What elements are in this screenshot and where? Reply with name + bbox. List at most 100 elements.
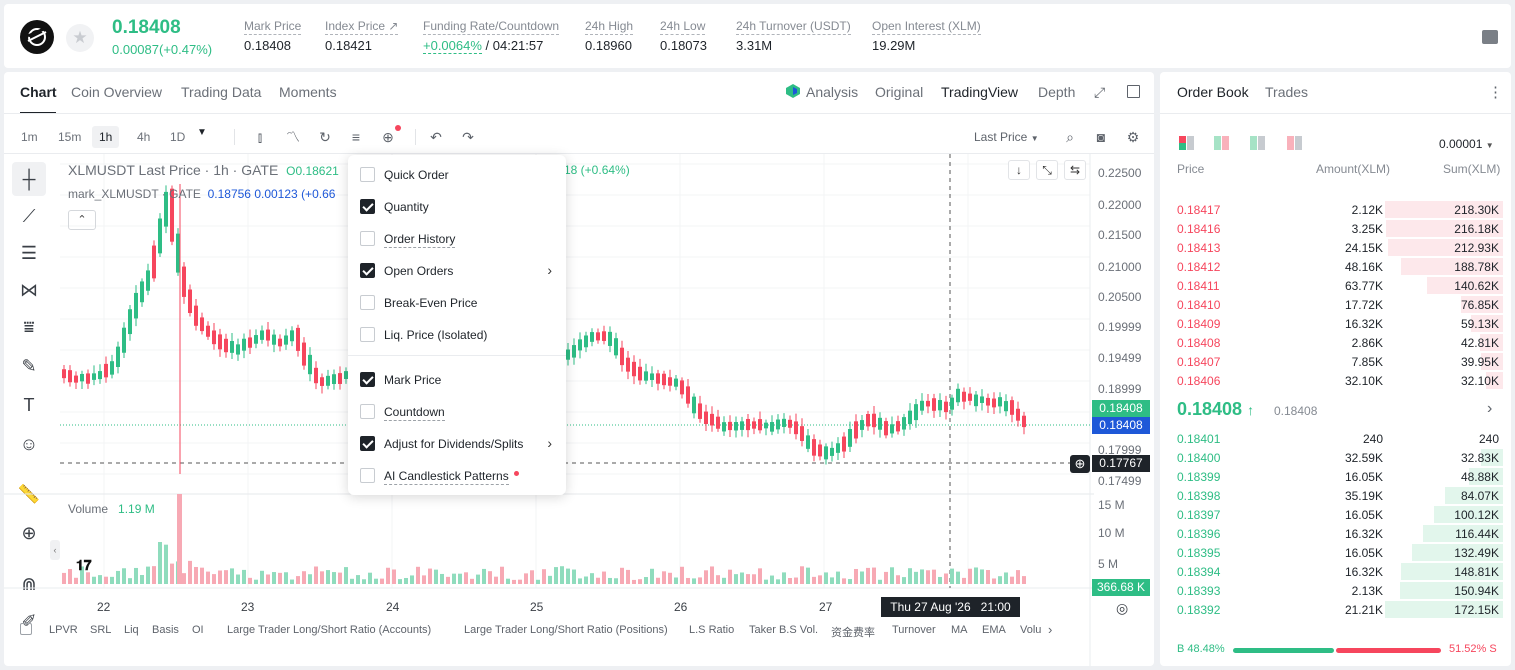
funding-rate-label[interactable]: Funding Rate/Countdown (423, 19, 560, 35)
layout-view-icon[interactable] (1214, 136, 1230, 150)
bid-row[interactable]: 0.18392 21.21K 172.15K (1160, 600, 1511, 619)
book-icon[interactable] (1482, 30, 1498, 44)
tf-1d[interactable]: 1D (163, 126, 192, 148)
checkbox[interactable] (360, 436, 375, 451)
tf-4h[interactable]: 4h (130, 126, 157, 148)
mark-price-label[interactable]: Mark Price (244, 19, 302, 35)
ask-row[interactable]: 0.18411 63.77K 140.62K (1160, 276, 1511, 295)
tab-chart[interactable]: Chart (20, 84, 57, 100)
bid-row[interactable]: 0.18396 16.32K 116.44K (1160, 524, 1511, 543)
expand-icon[interactable]: ⤢ (1094, 84, 1105, 101)
indicator-lt-positions[interactable]: Large Trader Long/Short Ratio (Positions… (464, 624, 668, 636)
favorite-star-icon[interactable]: ★ (66, 24, 94, 52)
ask-row[interactable]: 0.18412 48.16K 188.78K (1160, 257, 1511, 276)
tab-coin-overview[interactable]: Coin Overview (71, 84, 162, 100)
menu-item-break-even[interactable]: Break-Even Price (348, 286, 566, 318)
price-type-select[interactable]: Last Price ▼ (974, 130, 1039, 144)
tab-order-book[interactable]: Order Book (1177, 84, 1249, 100)
template-icon[interactable]: ≡ (345, 126, 367, 148)
bid-row[interactable]: 0.18400 32.59K 32.83K (1160, 448, 1511, 467)
indicator-liq[interactable]: Liq (124, 624, 139, 636)
bid-row[interactable]: 0.18394 16.32K 148.81K (1160, 562, 1511, 581)
indicator-funding[interactable]: 资金费率 (831, 624, 875, 640)
bid-row[interactable]: 0.18401 240 240 (1160, 429, 1511, 448)
replay-icon[interactable]: ↻ (314, 126, 336, 148)
indicator-ls-ratio[interactable]: L.S Ratio (689, 624, 734, 636)
indicator-lpvr[interactable]: LPVR (49, 624, 78, 636)
search-icon[interactable]: ⌕ (1059, 126, 1081, 148)
add-alert-icon[interactable]: ⊕ (1070, 455, 1090, 473)
bid-row[interactable]: 0.18395 16.05K 132.49K (1160, 543, 1511, 562)
undo-icon[interactable]: ↶ (425, 126, 447, 148)
funding-rate[interactable]: +0.0064% (423, 38, 482, 54)
view-original[interactable]: Original (875, 84, 923, 100)
chevron-right-icon[interactable]: › (1487, 400, 1492, 418)
checkbox[interactable] (360, 404, 375, 419)
compress-icon[interactable]: ⤡ (1036, 160, 1058, 180)
menu-item-countdown[interactable]: Countdown (348, 395, 566, 427)
view-tradingview[interactable]: TradingView (941, 84, 1018, 100)
checkbox[interactable] (360, 327, 375, 342)
candlestick-chart[interactable] (4, 154, 1154, 666)
ask-row[interactable]: 0.18417 2.12K 218.30K (1160, 200, 1511, 219)
bid-row[interactable]: 0.18393 2.13K 150.94K (1160, 581, 1511, 600)
ask-row[interactable]: 0.18416 3.25K 216.18K (1160, 219, 1511, 238)
ask-row[interactable]: 0.18413 24.15K 212.93K (1160, 238, 1511, 257)
menu-item-quantity[interactable]: Quantity (348, 190, 566, 222)
scroll-down-icon[interactable]: ↓ (1008, 160, 1030, 180)
redo-icon[interactable]: ↷ (457, 126, 479, 148)
indicator-turnover[interactable]: Turnover (892, 624, 936, 636)
asks-view-icon[interactable] (1287, 136, 1303, 150)
menu-item-liq-price[interactable]: Liq. Price (Isolated) (348, 318, 566, 350)
checkbox[interactable] (360, 167, 375, 182)
checkbox[interactable] (360, 199, 375, 214)
mid-price[interactable]: 0.18408 ↑ (1177, 399, 1254, 420)
checkbox[interactable] (360, 372, 375, 387)
indicators-icon[interactable]: 〽 (282, 126, 304, 148)
ask-row[interactable]: 0.18406 32.10K 32.10K (1160, 371, 1511, 390)
checkbox[interactable] (360, 263, 375, 278)
indicator-srl[interactable]: SRL (90, 624, 111, 636)
indicator-oi[interactable]: OI (192, 624, 204, 636)
indicator-lt-accounts[interactable]: Large Trader Long/Short Ratio (Accounts) (227, 624, 431, 636)
menu-item-adjust-dividends[interactable]: Adjust for Dividends/Splits › (348, 427, 566, 459)
menu-item-mark-price[interactable]: Mark Price (348, 363, 566, 395)
bid-row[interactable]: 0.18398 35.19K 84.07K (1160, 486, 1511, 505)
settings-target-icon[interactable]: ◎ (1116, 600, 1128, 617)
indicator-taker-vol[interactable]: Taker B.S Vol. (749, 624, 818, 636)
gear-icon[interactable]: ⚙ (1122, 126, 1144, 148)
view-analysis[interactable]: Analysis (806, 84, 858, 100)
menu-item-open-orders[interactable]: Open Orders › (348, 254, 566, 286)
chevron-right-icon[interactable]: › (1048, 622, 1052, 637)
ask-row[interactable]: 0.18408 2.86K 42.81K (1160, 333, 1511, 352)
tf-1m[interactable]: 1m (14, 126, 45, 148)
both-sides-view-icon[interactable] (1179, 136, 1195, 150)
menu-item-order-history[interactable]: Order History (348, 222, 566, 254)
window-icon[interactable] (1127, 85, 1140, 98)
menu-item-ai-patterns[interactable]: AI Candlestick Patterns (348, 459, 566, 491)
candle-type-icon[interactable]: ⫾ (249, 126, 271, 148)
checkbox[interactable] (360, 295, 375, 310)
menu-item-quick-order[interactable]: Quick Order (348, 158, 566, 190)
tf-1h[interactable]: 1h (92, 126, 120, 148)
tab-trades[interactable]: Trades (1265, 84, 1308, 100)
chevron-down-icon[interactable]: ▼ (197, 127, 207, 138)
tf-15m[interactable]: 15m (51, 126, 88, 148)
view-depth[interactable]: Depth (1038, 84, 1075, 100)
precision-select[interactable]: 0.00001 ▼ (1439, 137, 1494, 151)
ask-row[interactable]: 0.18407 7.85K 39.95K (1160, 352, 1511, 371)
bid-row[interactable]: 0.18397 16.05K 100.12K (1160, 505, 1511, 524)
more-icon[interactable]: ⋮ (1488, 83, 1503, 101)
indicator-ma[interactable]: MA (951, 624, 968, 636)
collapse-legend-icon[interactable]: ⌃ (68, 210, 96, 230)
indicator-basis[interactable]: Basis (152, 624, 179, 636)
camera-icon[interactable]: ◙ (1090, 126, 1112, 148)
bids-view-icon[interactable] (1250, 136, 1266, 150)
ask-row[interactable]: 0.18410 17.72K 76.85K (1160, 295, 1511, 314)
reset-view-icon[interactable]: ⇆ (1064, 160, 1086, 180)
indicator-toggle-icon[interactable] (20, 623, 32, 635)
indicator-volume[interactable]: Volu (1020, 624, 1041, 636)
tab-moments[interactable]: Moments (279, 84, 337, 100)
tab-trading-data[interactable]: Trading Data (181, 84, 261, 100)
ask-row[interactable]: 0.18409 16.32K 59.13K (1160, 314, 1511, 333)
